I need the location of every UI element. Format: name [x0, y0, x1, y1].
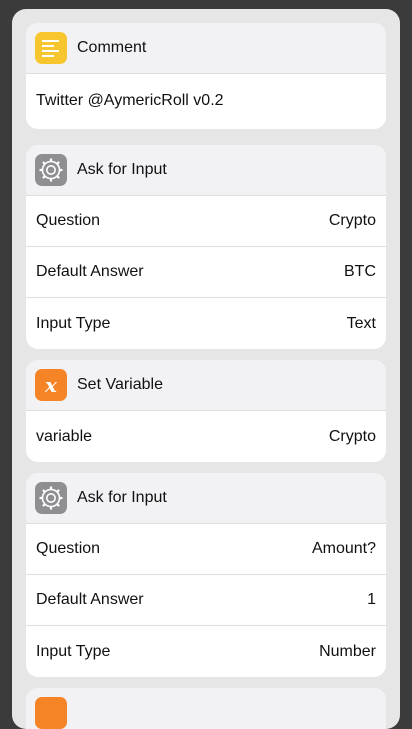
variable-x-icon: x: [35, 369, 67, 401]
card-header: Comment: [26, 23, 386, 74]
row-label: Input Type: [36, 314, 111, 332]
card-title: Set Variable: [77, 376, 163, 393]
set-variable-card[interactable]: x Set Variable variable Crypto: [26, 360, 386, 462]
question-row[interactable]: Question Crypto: [26, 196, 386, 247]
input-type-row[interactable]: Input Type Text: [26, 298, 386, 349]
row-label: Default Answer: [36, 591, 144, 608]
comment-text[interactable]: Twitter @AymericRoll v0.2: [26, 74, 386, 128]
card-header: Ask for Input: [26, 473, 386, 524]
comment-action-card[interactable]: Comment Twitter @AymericRoll v0.2: [26, 23, 386, 129]
variable-x-icon: [35, 697, 67, 729]
row-label: Question: [36, 540, 101, 557]
question-row[interactable]: Question Amount?: [26, 524, 386, 575]
row-value[interactable]: Crypto: [329, 212, 376, 230]
next-action-card[interactable]: [26, 688, 386, 729]
row-value[interactable]: BTC: [344, 263, 376, 281]
card-header: Ask for Input: [26, 145, 386, 196]
row-value[interactable]: Number: [319, 643, 376, 661]
ask-for-input-card[interactable]: Ask for Input Question Amount? Default A…: [26, 473, 386, 677]
row-label: Input Type: [36, 642, 111, 660]
gear-icon: [35, 482, 67, 514]
row-value[interactable]: Amount?: [312, 540, 376, 558]
default-answer-row[interactable]: Default Answer 1: [26, 575, 386, 626]
card-title: Comment: [77, 39, 147, 56]
gear-icon: [35, 154, 67, 186]
card-title: Ask for Input: [77, 489, 167, 506]
comment-lines-icon: [35, 32, 67, 64]
input-type-row[interactable]: Input Type Number: [26, 626, 386, 677]
ask-for-input-card[interactable]: Ask for Input Question Crypto Default An…: [26, 145, 386, 349]
row-value[interactable]: 1: [367, 591, 376, 609]
default-answer-row[interactable]: Default Answer BTC: [26, 247, 386, 298]
row-value[interactable]: Text: [347, 315, 376, 333]
row-value[interactable]: Crypto: [329, 428, 376, 446]
card-header: x Set Variable: [26, 360, 386, 411]
row-label: variable: [36, 427, 93, 445]
row-label: Default Answer: [36, 263, 144, 280]
row-label: Question: [36, 212, 101, 229]
card-header: [26, 688, 386, 729]
variable-row[interactable]: variable Crypto: [26, 411, 386, 462]
workflow-panel: Comment Twitter @AymericRoll v0.2 Ask fo…: [12, 9, 400, 729]
card-title: Ask for Input: [77, 161, 167, 178]
